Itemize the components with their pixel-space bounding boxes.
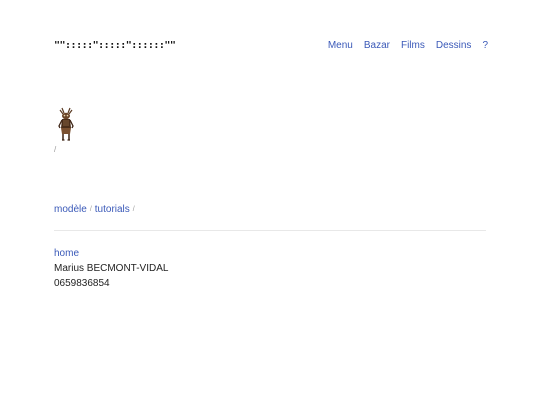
nav-item-dessins[interactable]: Dessins — [436, 40, 472, 52]
page: "":::::":::::"::::::"" Menu Bazar Films … — [0, 0, 540, 405]
author-name: Marius BECMONT-VIDAL — [54, 263, 169, 274]
breadcrumb: modèle / tutorials / — [54, 204, 138, 216]
totem-figure-image[interactable] — [56, 106, 76, 142]
top-nav: Menu Bazar Films Dessins ? — [328, 40, 488, 52]
breadcrumb-item-tutorials[interactable]: tutorials — [95, 204, 130, 215]
phone-number: 0659836854 — [54, 278, 110, 289]
image-caption-separator: / — [54, 145, 57, 154]
divider — [54, 230, 486, 231]
breadcrumb-separator: / — [89, 206, 92, 213]
nav-item-films[interactable]: Films — [401, 40, 425, 52]
home-link[interactable]: home — [54, 246, 168, 261]
nav-item-help[interactable]: ? — [482, 40, 488, 52]
nav-item-bazar[interactable]: Bazar — [364, 40, 390, 52]
nav-item-menu[interactable]: Menu — [328, 40, 353, 52]
footer: home Marius BECMONT-VIDAL 0659836854 — [54, 246, 168, 291]
breadcrumb-item-modele[interactable]: modèle — [54, 204, 87, 215]
site-logo[interactable]: "":::::":::::"::::::"" — [54, 40, 176, 52]
breadcrumb-separator: / — [132, 206, 135, 213]
